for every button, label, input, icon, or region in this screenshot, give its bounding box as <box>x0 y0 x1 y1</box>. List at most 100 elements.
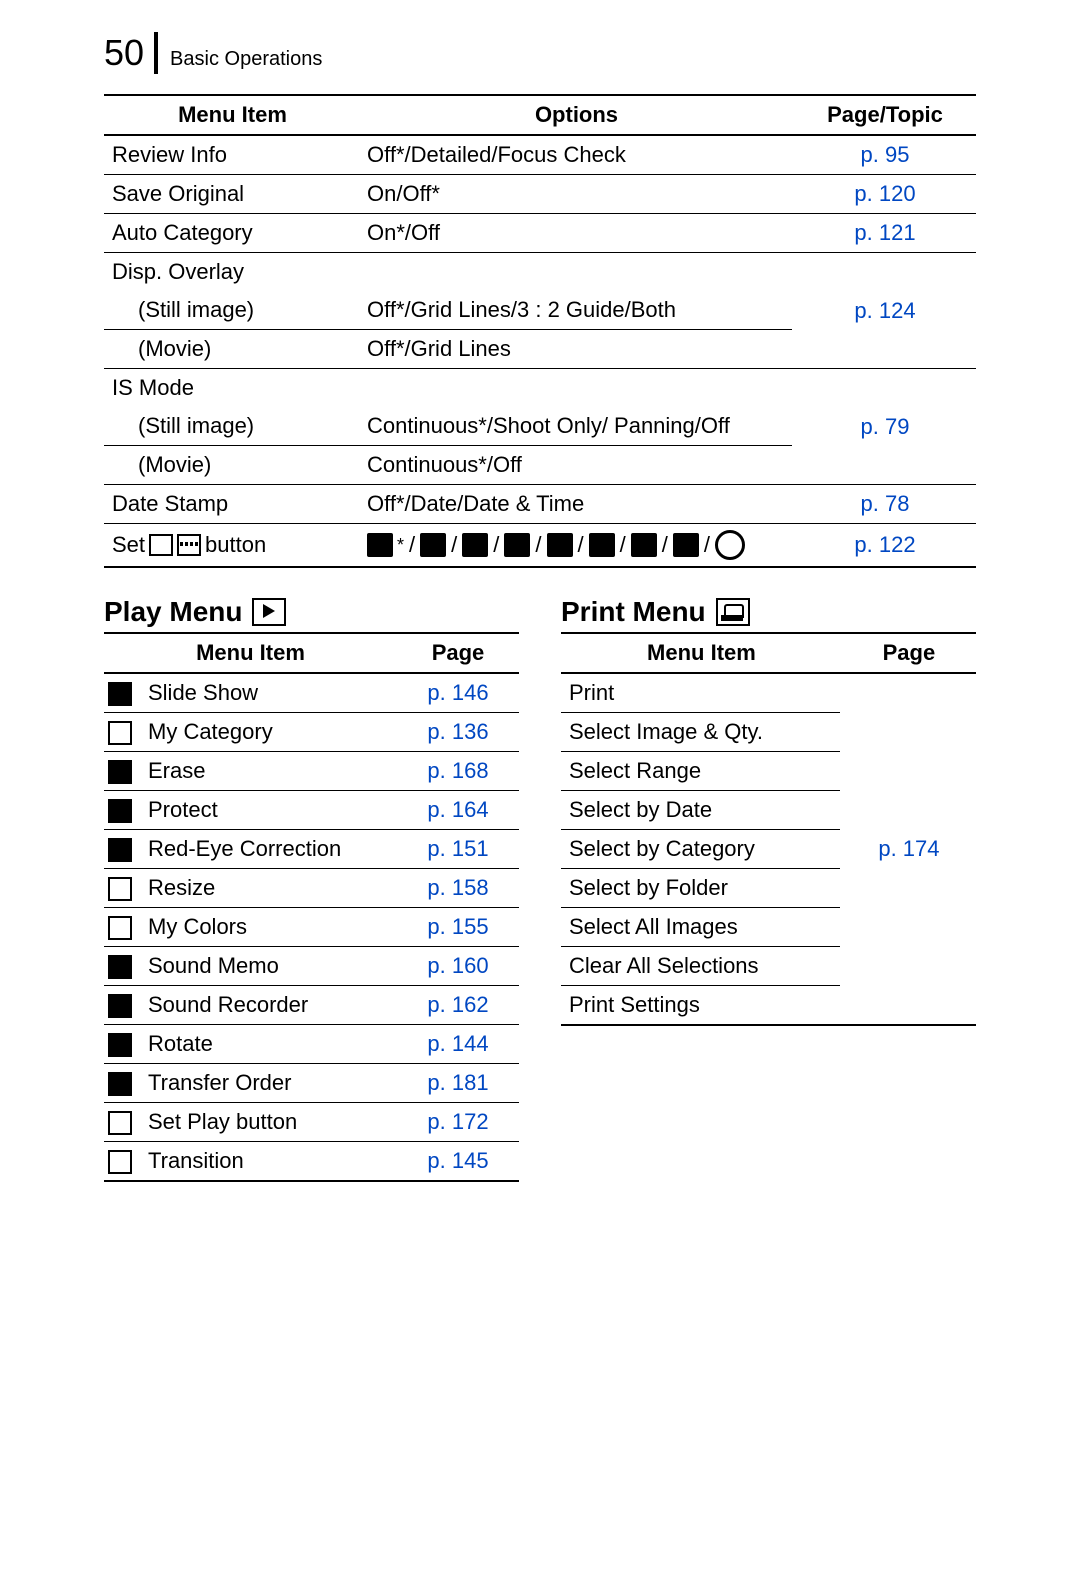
page-ref[interactable]: p. 168 <box>395 752 519 791</box>
menu-item-label: Protect <box>140 791 395 830</box>
erase-icon <box>108 760 132 784</box>
page-ref[interactable]: p. 160 <box>395 947 519 986</box>
table-row: IS Mode p. 79 <box>104 369 976 408</box>
table-row: Sound Memop. 160 <box>104 947 519 986</box>
menu-item-label: Select Image & Qty. <box>561 713 840 752</box>
page-ref[interactable]: p. 174 <box>840 673 976 1025</box>
col-options: Options <box>359 95 792 135</box>
mycolors-icon <box>108 916 132 940</box>
menu-item-label: Erase <box>140 752 395 791</box>
page-ref[interactable]: p. 95 <box>792 135 976 175</box>
page-ref[interactable]: p. 136 <box>395 713 519 752</box>
menu-item-label: Red-Eye Correction <box>140 830 395 869</box>
menu-item-label: Clear All Selections <box>561 947 840 986</box>
page-ref[interactable]: p. 78 <box>792 485 976 524</box>
table-row: Protectp. 164 <box>104 791 519 830</box>
menu-item-label: Select by Folder <box>561 869 840 908</box>
slideshow-icon <box>108 682 132 706</box>
page-ref[interactable]: p. 124 <box>792 253 976 369</box>
submenu-columns: Play Menu Menu Item Page Slide Showp. 14… <box>104 596 976 1182</box>
page-ref[interactable]: p. 121 <box>792 214 976 253</box>
page-ref[interactable]: p. 158 <box>395 869 519 908</box>
menu-item-label: Sound Recorder <box>140 986 395 1025</box>
page-ref[interactable]: p. 145 <box>395 1142 519 1182</box>
menu-item-label: Print <box>561 673 840 713</box>
table-row: Rotatep. 144 <box>104 1025 519 1064</box>
col-page: Page <box>840 633 976 673</box>
page-ref[interactable]: p. 172 <box>395 1103 519 1142</box>
set-label-prefix: Set <box>112 532 145 558</box>
options-cell: Off*/Detailed/Focus Check <box>359 135 792 175</box>
menu-item-label: Select by Date <box>561 791 840 830</box>
page-ref[interactable]: p. 144 <box>395 1025 519 1064</box>
page-ref[interactable]: p. 151 <box>395 830 519 869</box>
page-ref[interactable]: p. 155 <box>395 908 519 947</box>
button-options-icons: */ / / / / / / / <box>367 530 786 560</box>
page-ref[interactable]: p. 122 <box>792 524 976 568</box>
rotate-icon <box>108 1033 132 1057</box>
soundmemo-icon <box>108 955 132 979</box>
page-ref[interactable]: p. 181 <box>395 1064 519 1103</box>
page-ref[interactable]: p. 79 <box>792 369 976 485</box>
table-row: Review Info Off*/Detailed/Focus Check p.… <box>104 135 976 175</box>
option-icon <box>673 533 699 557</box>
set-label-suffix: button <box>205 532 266 558</box>
page-header: 50 Basic Operations <box>104 32 976 74</box>
table-row: My Colorsp. 155 <box>104 908 519 947</box>
print-icon <box>716 598 750 626</box>
play-menu-column: Play Menu Menu Item Page Slide Showp. 14… <box>104 596 519 1182</box>
option-icon <box>462 533 488 557</box>
menu-item-label: Transfer Order <box>140 1064 395 1103</box>
menu-item-label: Set Play button <box>140 1103 395 1142</box>
col-page: Page/Topic <box>792 95 976 135</box>
table-row: My Categoryp. 136 <box>104 713 519 752</box>
menu-item-label: Select Range <box>561 752 840 791</box>
transition-icon <box>108 1150 132 1174</box>
table-row: Erasep. 168 <box>104 752 519 791</box>
menu-item-label: My Category <box>140 713 395 752</box>
page-ref[interactable]: p. 162 <box>395 986 519 1025</box>
settings-table: Menu Item Options Page/Topic Review Info… <box>104 94 976 568</box>
protect-icon <box>108 799 132 823</box>
option-icon <box>420 533 446 557</box>
page-ref[interactable]: p. 120 <box>792 175 976 214</box>
table-row: Transitionp. 145 <box>104 1142 519 1182</box>
print-menu-table: Menu Item Page Printp. 174Select Image &… <box>561 632 976 1026</box>
option-icon <box>367 533 393 557</box>
manual-page: 50 Basic Operations Menu Item Options Pa… <box>0 0 1080 1582</box>
option-icon <box>631 533 657 557</box>
category-icon <box>108 721 132 745</box>
col-menu-item: Menu Item <box>561 633 840 673</box>
option-icon <box>504 533 530 557</box>
resize-icon <box>108 877 132 901</box>
table-row: Red-Eye Correctionp. 151 <box>104 830 519 869</box>
page-ref[interactable]: p. 164 <box>395 791 519 830</box>
table-row: Auto Category On*/Off p. 121 <box>104 214 976 253</box>
menu-item-label: Resize <box>140 869 395 908</box>
table-row: Transfer Orderp. 181 <box>104 1064 519 1103</box>
menu-item-label: Sound Memo <box>140 947 395 986</box>
table-row: Sound Recorderp. 162 <box>104 986 519 1025</box>
page-ref[interactable]: p. 146 <box>395 673 519 713</box>
table-row: Set Play buttonp. 172 <box>104 1103 519 1142</box>
table-row: Set button */ / / / / / / / <box>104 524 976 568</box>
print-icon <box>149 534 173 556</box>
page-number: 50 <box>104 32 158 74</box>
table-row: Save Original On/Off* p. 120 <box>104 175 976 214</box>
table-row: Printp. 174 <box>561 673 976 713</box>
table-row: Slide Showp. 146 <box>104 673 519 713</box>
table-row: Resizep. 158 <box>104 869 519 908</box>
play-menu-table: Menu Item Page Slide Showp. 146My Catego… <box>104 632 519 1182</box>
menu-item-label: Select All Images <box>561 908 840 947</box>
table-row: Date Stamp Off*/Date/Date & Time p. 78 <box>104 485 976 524</box>
option-icon <box>715 530 745 560</box>
section-name: Basic Operations <box>168 48 322 71</box>
menu-item-label: Transition <box>140 1142 395 1182</box>
wave-icon <box>177 534 201 556</box>
redeye-icon <box>108 838 132 862</box>
play-menu-title: Play Menu <box>104 596 519 628</box>
option-icon <box>547 533 573 557</box>
soundrec-icon <box>108 994 132 1018</box>
col-menu-item: Menu Item <box>104 95 359 135</box>
menu-item-label: My Colors <box>140 908 395 947</box>
